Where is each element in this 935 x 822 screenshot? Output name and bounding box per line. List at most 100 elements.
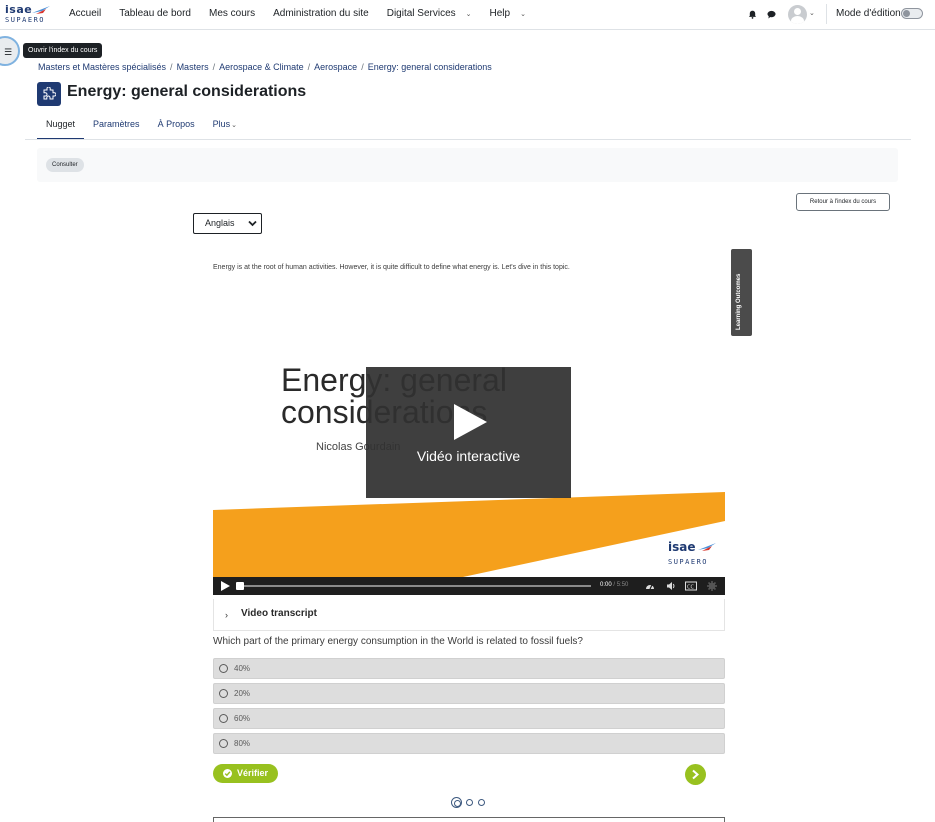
answer-option[interactable]: 60% (213, 708, 725, 729)
back-to-course-index-button[interactable]: Retour à l'index du cours (796, 193, 890, 211)
svg-text:CC: CC (687, 584, 694, 590)
pager-dot[interactable] (478, 799, 485, 806)
breadcrumb-item[interactable]: Masters et Mastères spécialisés (38, 62, 166, 72)
nav-link-mes-cours[interactable]: Mes cours (209, 8, 264, 19)
breadcrumb-item[interactable]: Aerospace (314, 62, 357, 72)
breadcrumb-item[interactable]: Energy: general considerations (368, 62, 492, 72)
nav-link-administration[interactable]: Administration du site (273, 8, 378, 19)
nav-link-label: Mes cours (208, 8, 256, 19)
video-controls-bar: 0:00 / 5:50 CC (213, 577, 725, 595)
logo-isae-text: isae (668, 540, 696, 554)
activity-header: Consulter (37, 148, 898, 182)
slide-orange-band (213, 492, 725, 577)
page-title: Energy: general considerations (67, 83, 307, 100)
breadcrumb-item[interactable]: Masters (177, 62, 209, 72)
puzzle-icon (43, 87, 56, 100)
chevron-down-icon: ⌄ (520, 11, 526, 18)
tab-plus[interactable]: Plus⌄ (204, 116, 246, 140)
answer-option-label: 40% (234, 664, 251, 673)
answer-option[interactable]: 80% (213, 733, 725, 754)
tab-label: Paramètres (93, 119, 140, 129)
activity-completion-badge: Consulter (46, 158, 84, 172)
tab-label: Nugget (46, 119, 76, 129)
settings-gear-icon[interactable] (707, 581, 717, 591)
radio-icon (219, 664, 228, 673)
site-logo[interactable]: isae SUPAERO (4, 3, 50, 27)
video-progress-handle[interactable] (236, 582, 244, 590)
course-index-toggle-button[interactable]: ☰ (0, 36, 20, 66)
breadcrumb-item[interactable]: Aerospace & Climate (219, 62, 304, 72)
bell-icon[interactable] (748, 10, 757, 19)
language-select[interactable]: Anglais (193, 213, 262, 234)
nav-link-label: Help (489, 8, 511, 19)
check-answer-label: Vérifier (237, 768, 269, 778)
play-icon[interactable] (221, 581, 230, 591)
chevron-right-icon (692, 769, 700, 780)
question-text: Which part of the primary energy consump… (213, 636, 583, 647)
video-progress-track[interactable] (243, 585, 591, 587)
messages-icon[interactable] (767, 10, 776, 19)
tab-label: Plus (212, 119, 231, 129)
logo-plane-icon (698, 543, 716, 551)
breadcrumb-separator: / (307, 62, 311, 72)
nav-link-label: Administration du site (273, 8, 369, 19)
answer-option-label: 20% (234, 689, 251, 698)
playback-speed-icon[interactable] (645, 581, 655, 591)
answer-option[interactable]: 20% (213, 683, 725, 704)
breadcrumb: Masters et Mastères spécialisés / Masters /… (38, 62, 492, 72)
tabs-divider (25, 139, 911, 140)
next-slide-button[interactable] (685, 764, 706, 785)
logo-supaero-text: SUPAERO (668, 558, 709, 566)
learning-outcomes-label: Learning Outcomes (736, 273, 742, 330)
secondary-navigation: Nugget Paramètres À Propos Plus⌄ (37, 116, 246, 140)
course-index-tooltip: Ouvrir l'index du cours (23, 43, 103, 58)
next-content-box (213, 817, 725, 822)
chevron-down-icon: ⌄ (465, 11, 472, 18)
intro-text: Energy is at the root of human activitie… (213, 264, 570, 271)
chevron-down-icon (248, 220, 257, 227)
pager-dot[interactable] (466, 799, 473, 806)
logo-plane-icon (32, 6, 50, 14)
video-overlay-label: Vidéo interactive (416, 448, 521, 464)
nav-link-help[interactable]: Help ⌄ (490, 8, 535, 19)
slide-pager (451, 797, 487, 809)
video-transcript-toggle[interactable]: › Video transcript (213, 599, 725, 631)
check-answer-button[interactable]: Vérifier (213, 764, 278, 783)
language-select-value: Anglais (205, 218, 235, 228)
edit-mode-toggle[interactable] (901, 8, 923, 19)
chevron-right-icon: › (225, 610, 228, 620)
learning-outcomes-tab[interactable]: Learning Outcomes (731, 249, 752, 336)
check-circle-icon (223, 769, 232, 778)
video-play-overlay[interactable]: Vidéo interactive (366, 367, 571, 498)
breadcrumb-separator: / (212, 62, 216, 72)
nav-link-accueil[interactable]: Accueil (69, 8, 110, 19)
video-transcript-label: Video transcript (241, 608, 317, 619)
nav-link-tableau-de-bord[interactable]: Tableau de bord (119, 8, 200, 19)
logo-supaero-text: SUPAERO (5, 16, 46, 24)
navbar-divider (826, 4, 827, 24)
tab-a-propos[interactable]: À Propos (149, 116, 204, 140)
answer-option[interactable]: 40% (213, 658, 725, 679)
captions-icon[interactable]: CC (685, 581, 697, 591)
answer-option-label: 80% (234, 739, 251, 748)
radio-icon (219, 739, 228, 748)
volume-icon[interactable] (666, 581, 676, 591)
radio-icon (219, 689, 228, 698)
chevron-down-icon[interactable]: ⌄ (809, 9, 815, 17)
breadcrumb-separator: / (170, 62, 173, 72)
nav-link-label: Digital Services (386, 8, 456, 19)
nav-link-label: Accueil (69, 8, 102, 19)
pager-dot-current[interactable] (451, 797, 462, 808)
video-time-total: / 5:50 (613, 582, 629, 588)
chevron-down-icon: ⌄ (231, 122, 237, 129)
tab-parametres[interactable]: Paramètres (84, 116, 149, 140)
nav-link-digital-services[interactable]: Digital Services ⌄ (387, 8, 481, 19)
video-slide-logo: isae SUPAERO (668, 540, 718, 570)
interactive-video-player[interactable]: Energy: general considerations Nicolas G… (213, 340, 725, 595)
tab-nugget[interactable]: Nugget (37, 116, 85, 140)
activity-icon (37, 82, 61, 106)
radio-icon (219, 714, 228, 723)
user-avatar[interactable] (788, 5, 807, 24)
top-navbar: isae SUPAERO Accueil Tableau de bord Mes… (0, 0, 935, 30)
breadcrumb-separator: / (361, 62, 364, 72)
